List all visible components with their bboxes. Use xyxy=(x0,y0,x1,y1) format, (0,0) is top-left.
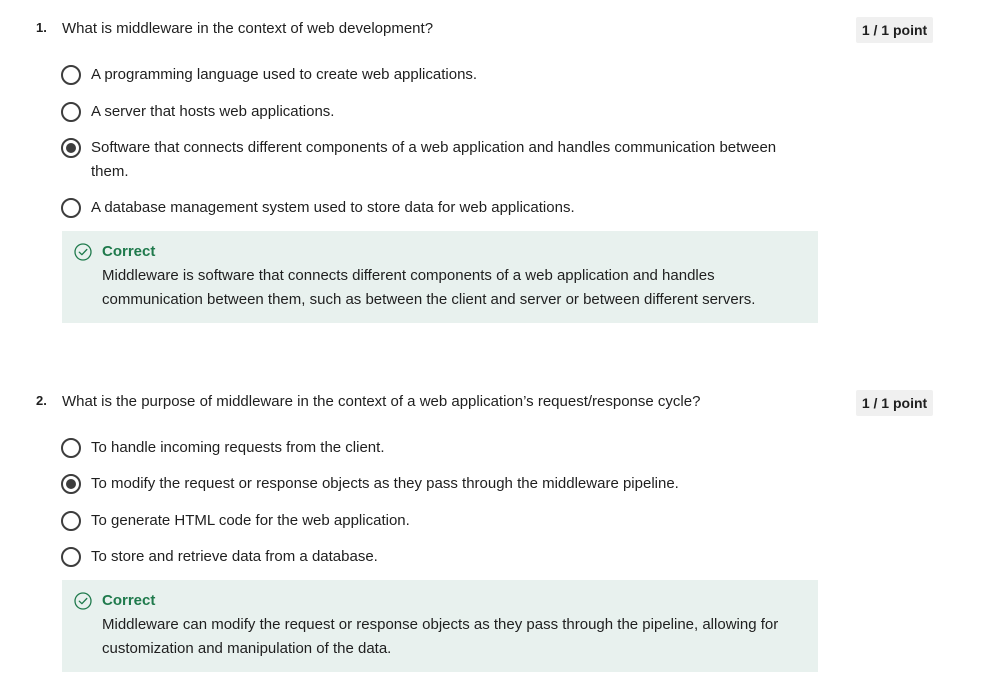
radio-button-selected[interactable] xyxy=(61,474,81,494)
option-label: A programming language used to create we… xyxy=(91,66,478,83)
radio-button[interactable] xyxy=(61,438,81,458)
radio-button-selected[interactable] xyxy=(61,138,81,158)
feedback-text: Middleware is software that connects dif… xyxy=(102,267,756,308)
feedback-box: Correct Middleware can modify the reques… xyxy=(62,580,818,672)
feedback-status: Correct xyxy=(102,592,156,609)
question-text: What is the purpose of middleware in the… xyxy=(62,393,701,410)
feedback-status: Correct xyxy=(102,243,156,260)
feedback-text: Middleware can modify the request or res… xyxy=(102,616,779,657)
radio-button[interactable] xyxy=(61,511,81,531)
points-badge: 1 / 1 point xyxy=(856,390,933,416)
points-badge: 1 / 1 point xyxy=(856,17,933,43)
option-label: To modify the request or response object… xyxy=(91,475,679,492)
option-label: A server that hosts web applications. xyxy=(91,103,335,120)
radio-button[interactable] xyxy=(61,198,81,218)
option-label: To handle incoming requests from the cli… xyxy=(91,439,385,456)
check-circle-icon xyxy=(74,243,92,261)
option-label: Software that connects different compone… xyxy=(91,139,777,180)
question-number: 2. xyxy=(36,393,47,408)
radio-button[interactable] xyxy=(61,547,81,567)
question-number: 1. xyxy=(36,20,47,35)
radio-button[interactable] xyxy=(61,65,81,85)
check-circle-icon xyxy=(74,592,92,610)
question-text: What is middleware in the context of web… xyxy=(62,20,434,37)
feedback-box: Correct Middleware is software that conn… xyxy=(62,231,818,323)
option-label: To store and retrieve data from a databa… xyxy=(91,548,378,565)
option-label: A database management system used to sto… xyxy=(91,199,575,216)
radio-button[interactable] xyxy=(61,102,81,122)
option-label: To generate HTML code for the web applic… xyxy=(91,512,410,529)
